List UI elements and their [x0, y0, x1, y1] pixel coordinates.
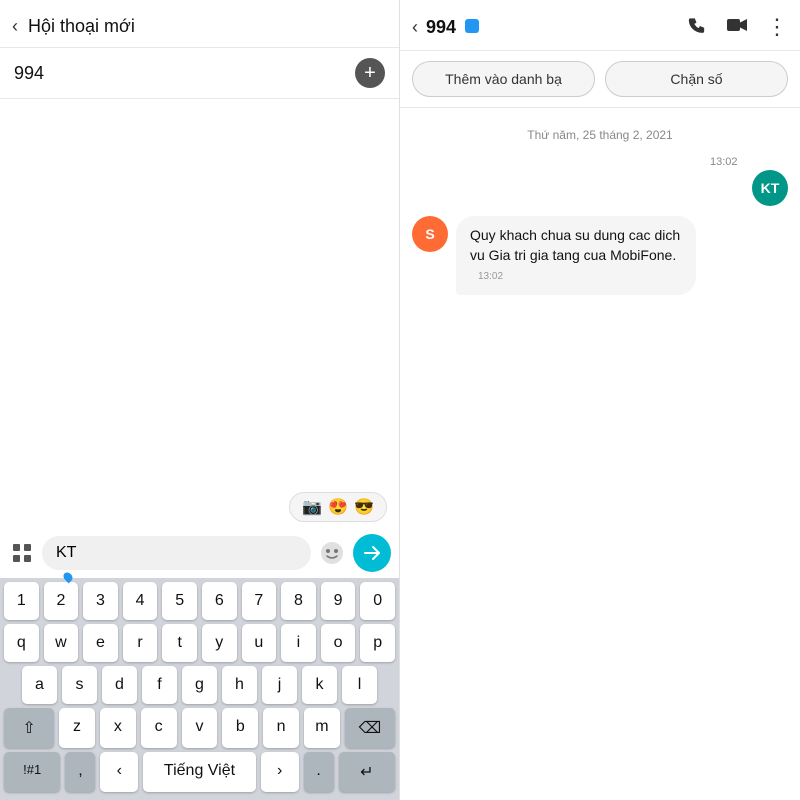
key-g[interactable]: g [182, 666, 217, 704]
message-text: Quy khach chua su dung cac dich vu Gia t… [470, 227, 680, 263]
left-header: ‹ Hội thoại mới [0, 0, 399, 48]
key-i[interactable]: i [281, 624, 316, 662]
key-e[interactable]: e [83, 624, 118, 662]
key-l[interactable]: l [342, 666, 377, 704]
period-key[interactable]: . [304, 752, 334, 792]
key-r[interactable]: r [123, 624, 158, 662]
zxcv-row: ⇧ z x c v b n m ⌫ [0, 706, 399, 750]
key-q[interactable]: q [4, 624, 39, 662]
service-avatar: S [412, 216, 448, 252]
key-z[interactable]: z [59, 708, 95, 748]
video-icon[interactable] [726, 17, 748, 38]
key-5[interactable]: 5 [162, 582, 197, 620]
left-panel: ‹ Hội thoại mới + 📷 😍 😎 [0, 0, 400, 800]
chat-area: Thứ năm, 25 tháng 2, 2021 13:02 KT S Quy… [400, 108, 800, 800]
key-s[interactable]: s [62, 666, 97, 704]
call-icon[interactable] [688, 15, 708, 40]
message-time-left: 13:02 [478, 271, 503, 282]
keyboard-input-row: KT [0, 528, 399, 578]
key-o[interactable]: o [321, 624, 356, 662]
key-w[interactable]: w [44, 624, 79, 662]
number-row: 1 2 3 4 5 6 7 8 9 0 [0, 578, 399, 622]
keyboard-area: KT 1 2 3 4 [0, 528, 399, 800]
camera-emoji-icon: 📷 [302, 497, 322, 517]
key-6[interactable]: 6 [202, 582, 237, 620]
key-y[interactable]: y [202, 624, 237, 662]
recipient-input[interactable] [14, 63, 355, 84]
sunglasses-emoji-icon: 😎 [354, 497, 374, 517]
key-c[interactable]: c [141, 708, 177, 748]
back-icon-right[interactable]: ‹ [412, 17, 418, 38]
key-8[interactable]: 8 [281, 582, 316, 620]
keyboard-text-input[interactable]: KT [42, 536, 311, 570]
message-row-left: S Quy khach chua su dung cac dich vu Gia… [412, 216, 788, 295]
key-7[interactable]: 7 [242, 582, 277, 620]
key-h[interactable]: h [222, 666, 257, 704]
keyboard-grid-icon[interactable] [8, 539, 36, 567]
key-p[interactable]: p [360, 624, 395, 662]
symbols-key[interactable]: !#1 [4, 752, 60, 792]
key-3[interactable]: 3 [83, 582, 118, 620]
key-u[interactable]: u [242, 624, 277, 662]
emoji-pill[interactable]: 📷 😍 😎 [289, 492, 387, 522]
left-chevron-key[interactable]: ‹ [100, 752, 138, 792]
message-bubble-left: Quy khach chua su dung cac dich vu Gia t… [456, 216, 696, 295]
key-1[interactable]: 1 [4, 582, 39, 620]
verified-badge [465, 19, 479, 33]
right-header: ‹ 994 ⋮ [400, 0, 800, 51]
language-key[interactable]: Tiếng Việt [143, 752, 256, 792]
enter-key[interactable]: ↵ [339, 752, 395, 792]
sender-avatar-right: KT [752, 170, 788, 206]
compose-area [0, 99, 399, 486]
key-a[interactable]: a [22, 666, 57, 704]
key-b[interactable]: b [222, 708, 258, 748]
comma-key[interactable]: , [65, 752, 95, 792]
shift-key[interactable]: ⇧ [4, 708, 54, 748]
block-number-button[interactable]: Chặn số [605, 61, 788, 97]
left-panel-title: Hội thoại mới [28, 16, 383, 37]
chat-contact-name: 994 [426, 17, 680, 38]
sticker-icon[interactable] [317, 538, 347, 568]
key-9[interactable]: 9 [321, 582, 356, 620]
keyboard-typed-text: KT [56, 544, 76, 561]
back-icon-left[interactable]: ‹ [12, 16, 18, 37]
bottom-row: !#1 , ‹ Tiếng Việt › . ↵ [0, 750, 399, 796]
key-k[interactable]: k [302, 666, 337, 704]
more-icon[interactable]: ⋮ [766, 14, 788, 40]
qwerty-row: q w e r t y u i o p [0, 622, 399, 664]
asdf-row: a s d f g h j k l [0, 664, 399, 706]
key-x[interactable]: x [100, 708, 136, 748]
backspace-key[interactable]: ⌫ [345, 708, 395, 748]
recipient-bar: + [0, 48, 399, 99]
kt-label: 13:02 [710, 156, 744, 168]
emoji-toolbar: 📷 😍 😎 [0, 486, 399, 528]
header-icons: ⋮ [688, 14, 788, 40]
right-panel: ‹ 994 ⋮ Thêm vào danh bạ Chặn số [400, 0, 800, 800]
key-2[interactable]: 2 [44, 582, 79, 620]
send-button[interactable] [353, 534, 391, 572]
key-j[interactable]: j [262, 666, 297, 704]
action-buttons-row: Thêm vào danh bạ Chặn số [400, 51, 800, 108]
date-divider: Thứ năm, 25 tháng 2, 2021 [412, 128, 788, 142]
key-t[interactable]: t [162, 624, 197, 662]
add-to-contacts-button[interactable]: Thêm vào danh bạ [412, 61, 595, 97]
key-v[interactable]: v [182, 708, 218, 748]
key-d[interactable]: d [102, 666, 137, 704]
key-n[interactable]: n [263, 708, 299, 748]
key-f[interactable]: f [142, 666, 177, 704]
message-row-right: 13:02 KT [412, 156, 788, 206]
right-chevron-key[interactable]: › [261, 752, 299, 792]
add-recipient-button[interactable]: + [355, 58, 385, 88]
key-m[interactable]: m [304, 708, 340, 748]
heart-eyes-emoji-icon: 😍 [328, 497, 348, 517]
key-4[interactable]: 4 [123, 582, 158, 620]
key-0[interactable]: 0 [360, 582, 395, 620]
